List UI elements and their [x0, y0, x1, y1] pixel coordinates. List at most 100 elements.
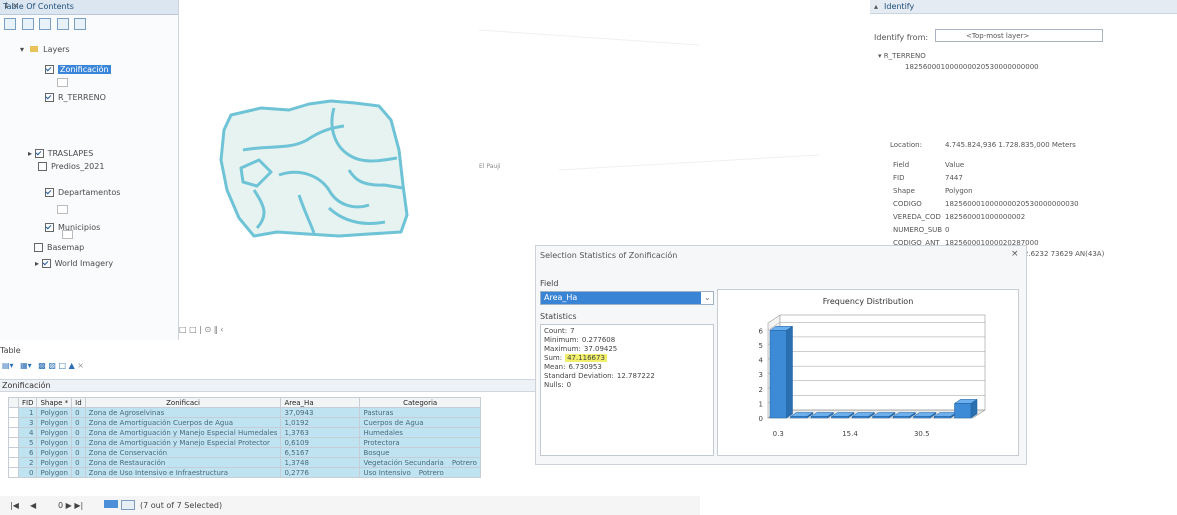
- prev-record-icon[interactable]: ◀: [30, 501, 36, 510]
- table-cell[interactable]: 0,6109: [280, 437, 361, 448]
- table-cell[interactable]: 1,0192: [280, 417, 361, 428]
- table-cell[interactable]: Cuerpos de Agua: [359, 417, 481, 428]
- table-cell[interactable]: Pasturas: [359, 407, 481, 418]
- layer-visibility-checkbox[interactable]: [41, 259, 51, 268]
- layer-visibility-checkbox[interactable]: [45, 93, 54, 102]
- table-cell[interactable]: 1: [17, 407, 38, 418]
- chevron-down-icon[interactable]: ⌄: [704, 293, 711, 302]
- list-by-source-icon[interactable]: [21, 18, 34, 30]
- zoom-to-selected-icon[interactable]: ▲: [69, 361, 75, 370]
- table-cell[interactable]: Protectora: [359, 437, 481, 448]
- table-cell[interactable]: Polygon: [36, 427, 73, 438]
- layer-visibility-checkbox[interactable]: [45, 223, 54, 232]
- col-area[interactable]: Area_Ha: [280, 397, 361, 408]
- table-cell[interactable]: 4: [17, 427, 38, 438]
- table-cell[interactable]: Zona de Agroselvinas: [84, 407, 282, 418]
- table-cell[interactable]: Zona de Amortiguación Cuerpos de Agua: [84, 417, 282, 428]
- layer-visibility-checkbox[interactable]: [45, 188, 54, 197]
- table-cell[interactable]: 0: [71, 427, 86, 438]
- table-cell[interactable]: 0: [71, 457, 86, 468]
- table-cell[interactable]: Zona de Amortiguación y Manejo Especial …: [84, 427, 282, 438]
- layer-visibility-checkbox[interactable]: [38, 162, 47, 171]
- show-selected-records-button[interactable]: [121, 500, 135, 510]
- row-selector[interactable]: [8, 447, 19, 458]
- identify-tree-layer[interactable]: ▾ R_TERRENO: [878, 52, 926, 60]
- collapse-icon[interactable]: ▴: [874, 2, 878, 11]
- table-cell[interactable]: Polygon: [36, 467, 73, 478]
- related-tables-icon[interactable]: ▦▾: [20, 361, 32, 370]
- table-cell[interactable]: Polygon: [36, 417, 73, 428]
- row-selector[interactable]: [8, 437, 19, 448]
- table-cell[interactable]: Polygon: [36, 407, 73, 418]
- toc-layer-item[interactable]: Departamentos: [45, 188, 120, 197]
- close-button[interactable]: ×: [1011, 249, 1019, 259]
- layer-visibility-checkbox[interactable]: [45, 65, 54, 74]
- col-id[interactable]: Id: [71, 397, 86, 408]
- toc-layer-item[interactable]: Predios_2021: [38, 162, 104, 171]
- row-selector[interactable]: [8, 467, 19, 478]
- record-navigation[interactable]: 0 ▶ ▶|: [58, 501, 83, 510]
- table-cell[interactable]: 1,3748: [280, 457, 361, 468]
- table-cell[interactable]: Polygon: [36, 457, 73, 468]
- identify-tree-value[interactable]: 182560001000000020530000000000: [905, 63, 1039, 71]
- options-icon[interactable]: [74, 18, 87, 30]
- list-by-selection-icon[interactable]: [56, 18, 69, 30]
- toc-layer-item[interactable]: Zonificación: [45, 65, 111, 74]
- table-cell[interactable]: Uso Intensivo Potrero: [359, 467, 481, 478]
- layers-root[interactable]: ▾ Layers: [20, 45, 70, 54]
- table-cell[interactable]: Zona de Uso Intensivo e Infraestructura: [84, 467, 282, 478]
- table-cell[interactable]: 3: [17, 417, 38, 428]
- row-selector-header[interactable]: [8, 397, 19, 408]
- list-by-drawing-order-icon[interactable]: [4, 18, 16, 30]
- layer-visibility-checkbox[interactable]: [34, 149, 44, 158]
- table-row[interactable]: 0 Polygon 0 Zona de Uso Intensivo e Infraes…: [8, 467, 481, 478]
- identify-from-dropdown[interactable]: <Top-most layer>: [935, 29, 1103, 42]
- first-record-icon[interactable]: |◀: [10, 501, 19, 510]
- show-all-records-button[interactable]: [104, 500, 118, 508]
- toc-layer-item[interactable]: Basemap: [34, 243, 84, 252]
- table-row[interactable]: 4 Polygon 0 Zona de Amortiguación y Manejo …: [8, 427, 481, 438]
- tree-expand-icon[interactable]: ▾: [878, 52, 882, 60]
- table-row[interactable]: 6 Polygon 0 Zona de Conservación 6,5167 Bosqu…: [8, 447, 481, 458]
- switch-selection-icon[interactable]: ▨: [48, 361, 56, 370]
- table-options-icon[interactable]: ▤▾: [2, 361, 14, 370]
- layer-visibility-checkbox[interactable]: [34, 243, 43, 252]
- table-cell[interactable]: 1,3763: [280, 427, 361, 438]
- table-cell[interactable]: Zona de Conservación: [84, 447, 282, 458]
- row-selector[interactable]: [8, 427, 19, 438]
- table-cell[interactable]: Polygon: [36, 437, 73, 448]
- table-cell[interactable]: 37,0943: [280, 407, 361, 418]
- table-row[interactable]: 3 Polygon 0 Zona de Amortiguación Cuerpos d…: [8, 417, 481, 428]
- delete-selected-icon[interactable]: ×: [77, 361, 84, 370]
- expand-icon[interactable]: ▾: [20, 45, 24, 54]
- table-cell[interactable]: Vegetación Secundaria Potrero: [359, 457, 481, 468]
- table-cell[interactable]: Polygon: [36, 447, 73, 458]
- select-by-attributes-icon[interactable]: ▩: [38, 361, 46, 370]
- map-bottom-controls[interactable]: □ □ | ⊙ ‖ ‹: [179, 325, 223, 334]
- toc-layer-item[interactable]: ▸ TRASLAPES: [28, 149, 93, 158]
- table-cell[interactable]: 6,5167: [280, 447, 361, 458]
- col-zonificacion[interactable]: Zonificaci: [84, 397, 282, 408]
- field-dropdown[interactable]: Area_Ha ⌄: [540, 291, 714, 305]
- col-shape[interactable]: Shape *: [36, 397, 73, 408]
- table-cell[interactable]: 0: [17, 467, 38, 478]
- toc-layer-item[interactable]: ▸ World Imagery: [35, 259, 113, 268]
- table-cell[interactable]: 0: [71, 407, 86, 418]
- table-row[interactable]: 5 Polygon 0 Zona de Amortiguación y Manejo …: [8, 437, 481, 448]
- row-selector[interactable]: [8, 407, 19, 418]
- toc-layer-item[interactable]: R_TERRENO: [45, 93, 106, 102]
- table-cell[interactable]: 0: [71, 417, 86, 428]
- table-cell[interactable]: 0: [71, 467, 86, 478]
- table-cell[interactable]: Bosque: [359, 447, 481, 458]
- table-cell[interactable]: Humedales: [359, 427, 481, 438]
- table-row[interactable]: 1 Polygon 0 Zona de Agroselvinas 37,0943 Past…: [8, 407, 481, 418]
- table-cell[interactable]: 6: [17, 447, 38, 458]
- table-cell[interactable]: 0: [71, 437, 86, 448]
- table-row[interactable]: 2 Polygon 0 Zona de Restauración 1,3748 Veget…: [8, 457, 481, 468]
- col-categoria[interactable]: Categoria: [359, 397, 481, 408]
- clear-selection-icon[interactable]: □: [58, 361, 66, 370]
- table-cell[interactable]: 2: [17, 457, 38, 468]
- toc-pin-close[interactable]: ↓ ×: [3, 1, 174, 10]
- row-selector[interactable]: [8, 417, 19, 428]
- table-tab[interactable]: Zonificación: [0, 379, 540, 392]
